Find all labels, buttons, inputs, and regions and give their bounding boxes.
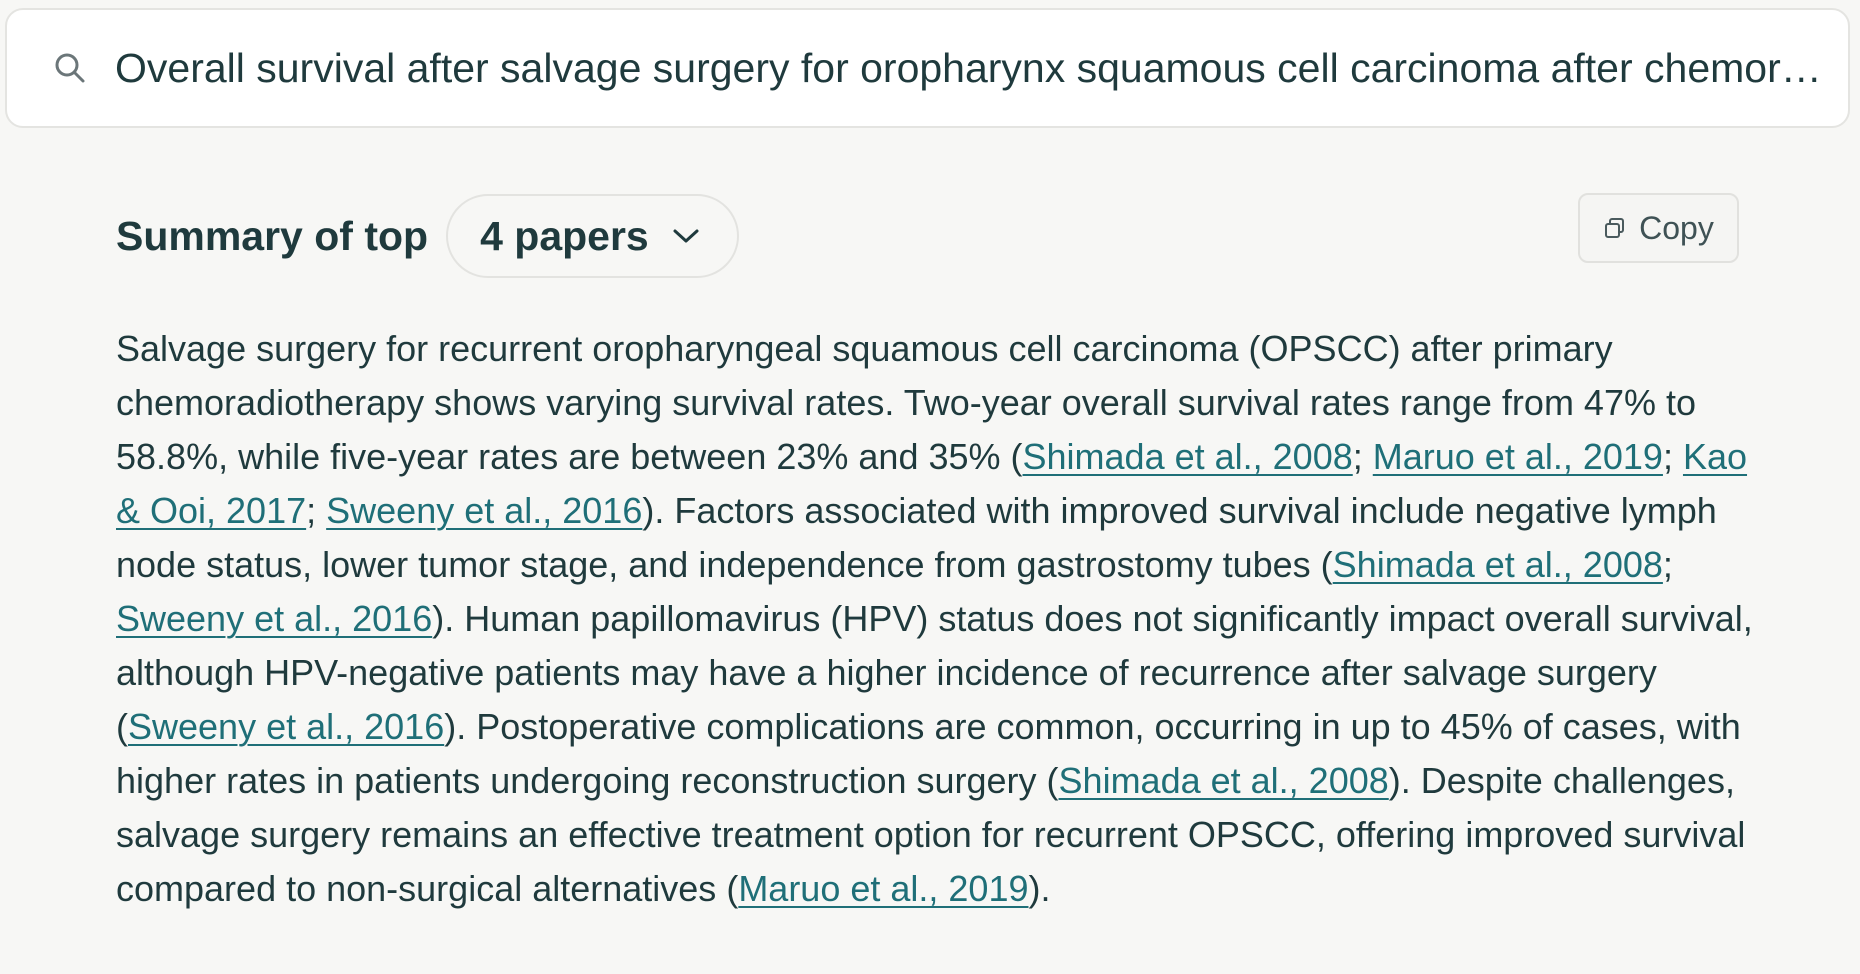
citation-separator: ;: [1662, 436, 1683, 477]
search-input[interactable]: [115, 38, 1844, 98]
copy-icon: [1603, 216, 1627, 240]
summary-text: Salvage surgery for recurrent oropharyng…: [116, 322, 1776, 916]
copy-label: Copy: [1639, 209, 1714, 246]
search-bar[interactable]: [5, 8, 1850, 128]
summary-header: Summary of top 4 papers: [116, 192, 739, 280]
citation-link-sweeny-2016[interactable]: Sweeny et al., 2016: [116, 598, 432, 639]
citation-separator: ;: [1352, 436, 1373, 477]
chevron-down-icon: [671, 226, 701, 246]
citation-link-shimada-2008[interactable]: Shimada et al., 2008: [1059, 760, 1389, 801]
summary-text-segment: ).: [1028, 868, 1051, 909]
citation-link-sweeny-2016[interactable]: Sweeny et al., 2016: [128, 706, 444, 747]
citation-link-maruo-2019[interactable]: Maruo et al., 2019: [1373, 436, 1663, 477]
papers-count-label: 4 papers: [480, 212, 649, 259]
citation-separator: ;: [1662, 544, 1673, 585]
citation-separator: ;: [306, 490, 327, 531]
summary-title: Summary of top: [116, 212, 429, 259]
citation-link-maruo-2019[interactable]: Maruo et al., 2019: [738, 868, 1028, 909]
citation-link-shimada-2008[interactable]: Shimada et al., 2008: [1333, 544, 1663, 585]
copy-button[interactable]: Copy: [1578, 193, 1739, 263]
citation-link-sweeny-2016[interactable]: Sweeny et al., 2016: [326, 490, 642, 531]
citation-link-shimada-2008[interactable]: Shimada et al., 2008: [1023, 436, 1353, 477]
search-icon[interactable]: [49, 47, 91, 89]
papers-count-dropdown[interactable]: 4 papers: [446, 194, 739, 278]
